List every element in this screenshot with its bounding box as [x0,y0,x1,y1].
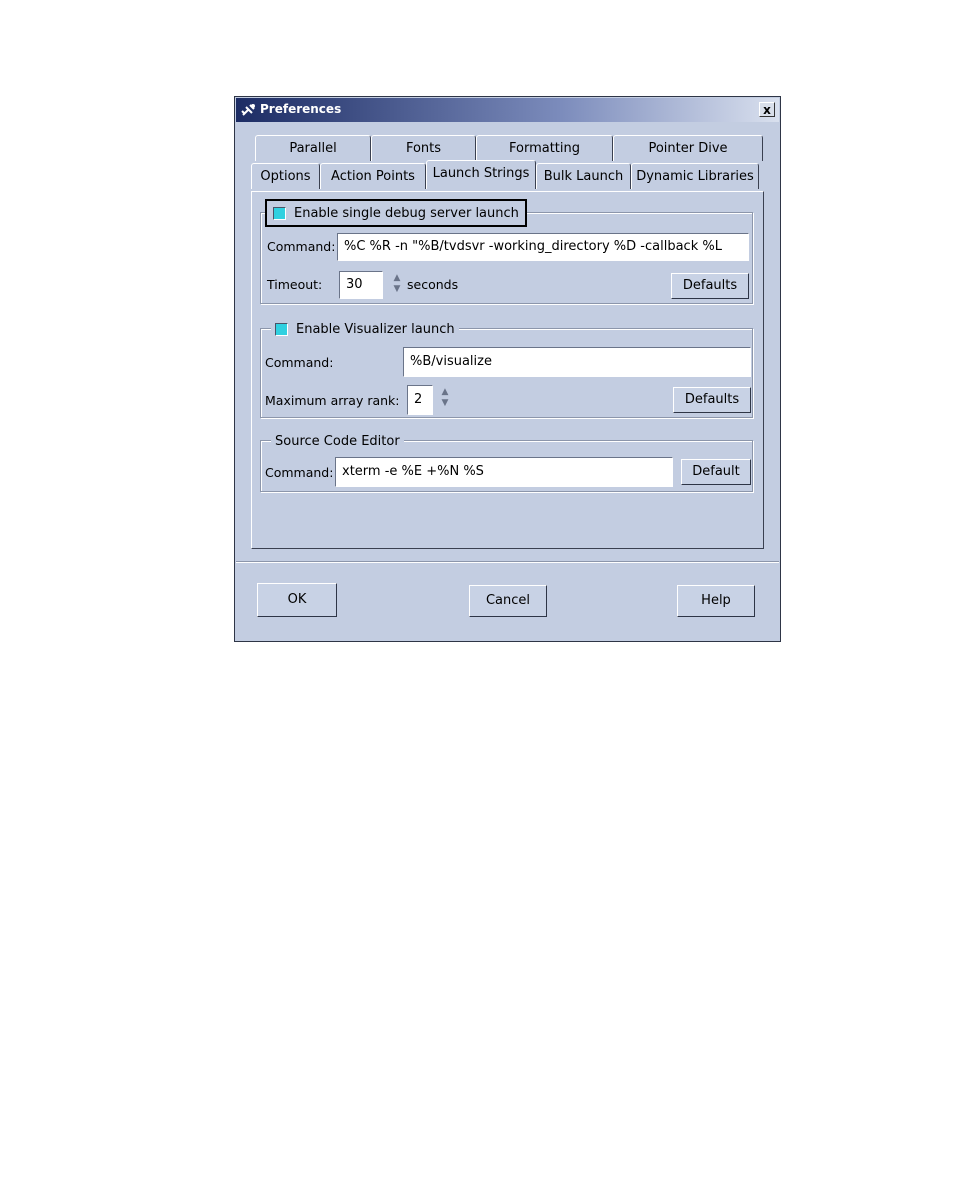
tab-label: Dynamic Libraries [636,169,754,184]
tab-options[interactable]: Options [251,163,320,189]
source-editor-label: Source Code Editor [275,433,400,449]
editor-command-input[interactable]: xterm -e %E +%N %S [335,457,673,487]
tab-bulk-launch[interactable]: Bulk Launch [536,163,631,189]
spin-down-icon[interactable]: ▼ [391,284,403,295]
satellite-icon [241,104,255,116]
tab-label: Bulk Launch [543,169,624,184]
debug-command-input[interactable]: %C %R -n "%B/tvdsvr -working_directory %… [337,233,749,261]
close-button[interactable]: x [759,102,775,117]
tab-label: Options [260,169,311,184]
launch-strings-panel: Enable single debug server launch Comman… [251,191,764,549]
editor-command-label: Command: [265,465,334,480]
visualizer-command-label: Command: [265,355,334,370]
max-array-rank-input[interactable]: 2 [407,385,433,415]
timeout-label: Timeout: [267,277,323,292]
tab-formatting[interactable]: Formatting [476,135,613,161]
tab-parallel[interactable]: Parallel [255,135,371,161]
footer-separator [236,561,779,563]
visualizer-group: Enable Visualizer launch Command: %B/vis… [260,319,753,418]
tab-label: Launch Strings [432,166,530,181]
source-editor-legend: Source Code Editor [271,431,404,451]
debug-server-legend: Enable single debug server launch [265,199,527,227]
max-array-rank-label: Maximum array rank: [265,393,400,408]
tab-launch-strings[interactable]: Launch Strings [426,160,536,189]
enable-debug-server-label: Enable single debug server launch [294,205,519,221]
tab-fonts[interactable]: Fonts [371,135,476,161]
source-editor-group: Source Code Editor Command: xterm -e %E … [260,431,753,492]
visualizer-defaults-button[interactable]: Defaults [673,387,751,413]
ok-button[interactable]: OK [257,583,337,617]
debug-command-label: Command: [267,239,336,254]
cancel-button[interactable]: Cancel [469,585,547,617]
enable-visualizer-checkbox[interactable] [275,322,288,336]
rank-spinner[interactable]: ▲ ▼ [439,387,451,411]
timeout-input[interactable]: 30 [339,271,383,299]
debug-server-group: Enable single debug server launch Comman… [260,199,753,304]
tab-label: Parallel [289,141,337,156]
tab-label: Pointer Dive [648,141,728,156]
seconds-label: seconds [407,277,459,292]
editor-default-button[interactable]: Default [681,459,751,485]
spin-up-icon[interactable]: ▲ [391,273,403,284]
tab-dynamic-libraries[interactable]: Dynamic Libraries [631,163,759,189]
tab-action-points[interactable]: Action Points [320,163,426,189]
spin-down-icon[interactable]: ▼ [439,398,451,409]
tab-pointer-dive[interactable]: Pointer Dive [613,135,763,161]
title-bar[interactable]: Preferences x [236,98,779,122]
tab-label: Formatting [508,141,580,156]
tab-label: Action Points [331,169,415,184]
visualizer-legend: Enable Visualizer launch [271,319,459,339]
enable-visualizer-label: Enable Visualizer launch [296,321,455,337]
timeout-spinner[interactable]: ▲ ▼ [391,273,403,297]
tab-label: Fonts [405,141,442,156]
enable-debug-server-checkbox[interactable] [273,206,286,220]
visualizer-command-input[interactable]: %B/visualize [403,347,751,377]
window-title: Preferences [260,102,342,116]
debug-defaults-button[interactable]: Defaults [671,273,749,299]
help-button[interactable]: Help [677,585,755,617]
spin-up-icon[interactable]: ▲ [439,387,451,398]
preferences-dialog: Preferences x Parallel Fonts Formatting … [234,96,781,642]
